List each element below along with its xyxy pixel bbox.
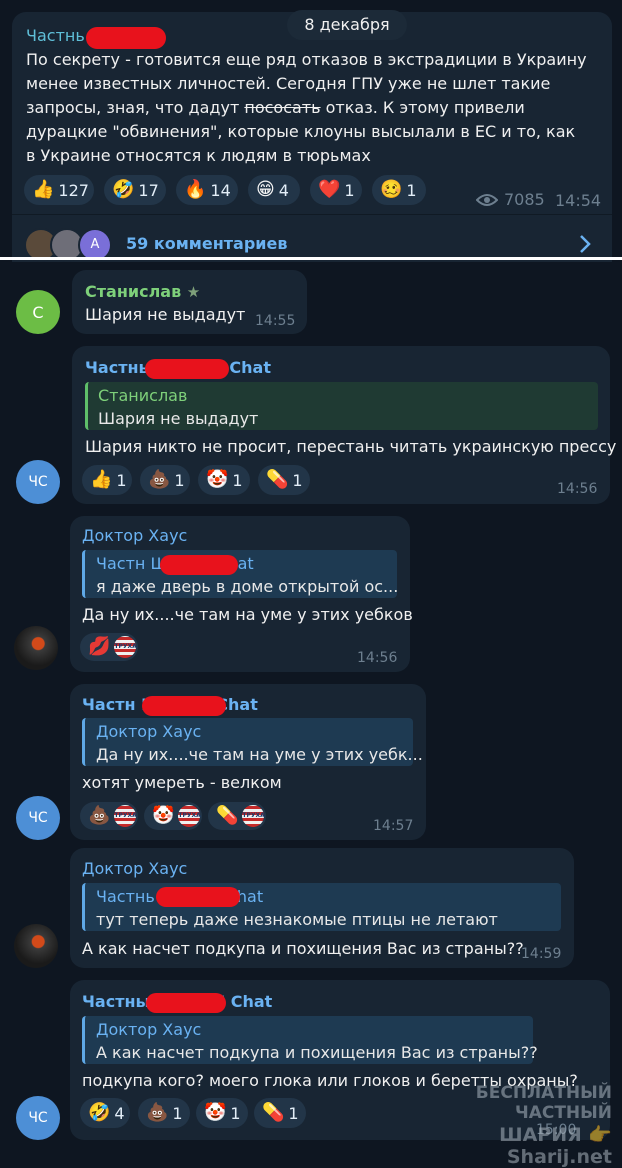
message-4-quote-author: Доктор Хаус bbox=[96, 722, 202, 741]
redaction-mark bbox=[146, 993, 226, 1013]
redaction-mark bbox=[156, 887, 240, 907]
grin-icon: 😁 bbox=[256, 179, 275, 200]
woozy-icon: 🥴 bbox=[380, 179, 403, 200]
pill-icon: 💊 bbox=[216, 805, 239, 826]
message-5-text: А как насчет подкупа и похищения Вас из … bbox=[82, 939, 524, 958]
avatar-stanislav[interactable]: С bbox=[16, 290, 60, 334]
avatar-doctor-house-2[interactable] bbox=[14, 924, 58, 968]
message-5-quote-text: тут теперь даже незнакомые птицы не лета… bbox=[96, 910, 498, 929]
clown-icon: 🤡 bbox=[204, 1102, 227, 1123]
star-icon: ★ bbox=[186, 283, 201, 301]
message-2-reaction-clown[interactable]: 🤡 1 bbox=[198, 465, 250, 495]
message-5-time: 14:59 bbox=[521, 946, 562, 962]
message-4-reaction-clown-truha[interactable]: 🤡 ТРУХА bbox=[144, 802, 202, 830]
watermark-line-2: ШАРИЯ 👉 Sharij.net bbox=[499, 1124, 612, 1168]
avatar-chs-1[interactable]: ЧС bbox=[16, 460, 60, 504]
truha-sticker-icon: ТРУХА bbox=[114, 636, 137, 658]
avatar-doctor-house-1[interactable] bbox=[14, 626, 58, 670]
message-5-author[interactable]: Доктор Хаус bbox=[82, 859, 187, 878]
pill-icon: 💊 bbox=[262, 1102, 285, 1123]
message-6-reaction-rofl[interactable]: 🤣 4 bbox=[80, 1098, 130, 1128]
message-1-time: 14:55 bbox=[255, 313, 296, 329]
message-3-reaction-group[interactable]: 💋 ТРУХА bbox=[80, 633, 138, 661]
redaction-mark bbox=[142, 696, 226, 716]
avatar-chs-3[interactable]: ЧС bbox=[16, 1096, 60, 1140]
message-2-text: Шария никто не просит, перестань читать … bbox=[85, 437, 617, 456]
message-6-reaction-pill[interactable]: 💊 1 bbox=[254, 1098, 306, 1128]
post-text-line-3a: запросы, зная, что дадут bbox=[26, 98, 240, 117]
watermark: БЕСПЛАТНЫЙ ЧАСТНЫЙ ШАРИЯ 👉 Sharij.net bbox=[392, 1083, 612, 1168]
message-6-reaction-clown[interactable]: 🤡 1 bbox=[196, 1098, 248, 1128]
thumbs-up-icon: 👍 bbox=[90, 469, 113, 490]
chevron-right-icon[interactable] bbox=[578, 234, 592, 254]
message-6-quote-text: А как насчет подкупа и похищения Вас из … bbox=[96, 1043, 538, 1062]
heart-icon: ❤️ bbox=[318, 179, 341, 200]
message-3-text: Да ну их....че там на уме у этих уебков bbox=[82, 605, 413, 624]
views-counter: 7085 bbox=[476, 190, 545, 209]
truha-sticker-icon: ТРУХА bbox=[242, 805, 265, 827]
message-4-text: хотят умереть - велком bbox=[82, 773, 282, 792]
clown-icon: 🤡 bbox=[152, 805, 175, 826]
post-text-line-3b: отказ. К этому привели bbox=[320, 98, 525, 117]
message-2-time: 14:56 bbox=[557, 481, 598, 497]
screenshot-separator bbox=[0, 257, 622, 260]
truha-sticker-icon: ТРУХА bbox=[178, 805, 201, 827]
poop-icon: 💩 bbox=[88, 805, 111, 826]
redaction-mark bbox=[86, 27, 166, 49]
reaction-woozy[interactable]: 🥴 1 bbox=[372, 175, 426, 205]
clown-icon: 🤡 bbox=[206, 469, 229, 490]
redaction-mark bbox=[145, 359, 229, 379]
post-strikethrough-word: пососать bbox=[244, 98, 321, 117]
thumbs-up-icon: 👍 bbox=[32, 179, 55, 200]
reaction-grin[interactable]: 😁 4 bbox=[248, 175, 300, 205]
poop-icon: 💩 bbox=[146, 1102, 169, 1123]
comments-divider bbox=[12, 214, 612, 215]
message-3-author[interactable]: Доктор Хаус bbox=[82, 526, 187, 545]
post-text-line-3: запросы, зная, что дадут пососать отказ.… bbox=[26, 98, 525, 117]
comments-count-label[interactable]: 59 комментариев bbox=[126, 234, 287, 253]
fire-icon: 🔥 bbox=[184, 179, 207, 200]
message-3-time: 14:56 bbox=[357, 650, 398, 666]
views-count: 7085 bbox=[504, 190, 545, 209]
message-1-author[interactable]: Станислав ★ bbox=[85, 282, 200, 301]
reaction-thumbs-up[interactable]: 👍 127 bbox=[24, 175, 94, 205]
post-text-line-1: По секрету - готовится еще ряд отказов в… bbox=[26, 50, 587, 69]
post-time: 14:54 bbox=[555, 191, 602, 210]
message-4-reaction-poop-truha[interactable]: 💩 ТРУХА bbox=[80, 802, 138, 830]
rofl-icon: 🤣 bbox=[112, 179, 135, 200]
poop-icon: 💩 bbox=[148, 469, 171, 490]
message-2-reaction-pill[interactable]: 💊 1 bbox=[258, 465, 310, 495]
comments-bar[interactable]: A 59 комментариев bbox=[12, 222, 612, 262]
watermark-line-1: БЕСПЛАТНЫЙ ЧАСТНЫЙ bbox=[475, 1083, 612, 1123]
message-6-reaction-poop[interactable]: 💩 1 bbox=[138, 1098, 190, 1128]
avatar-chs-2[interactable]: ЧС bbox=[16, 796, 60, 840]
eye-icon bbox=[476, 193, 498, 206]
post-text-line-4: дурацкие "обвинения", которые клоуны выс… bbox=[26, 122, 576, 141]
message-2-quote-text: Шария не выдадут bbox=[98, 409, 259, 428]
message-4-time: 14:57 bbox=[373, 818, 414, 834]
reaction-heart[interactable]: ❤️ 1 bbox=[310, 175, 362, 205]
pill-icon: 💊 bbox=[266, 469, 289, 490]
rofl-icon: 🤣 bbox=[88, 1102, 111, 1123]
message-2-reaction-poop[interactable]: 💩 1 bbox=[140, 465, 190, 495]
reaction-rofl[interactable]: 🤣 17 bbox=[104, 175, 166, 205]
message-1-text: Шария не выдадут bbox=[85, 305, 246, 324]
message-3-quote-text: я даже дверь в доме открытой ос... bbox=[96, 577, 399, 596]
date-badge-label: 8 декабря bbox=[304, 15, 390, 34]
message-4-quote-text: Да ну их....че там на уме у этих уебк... bbox=[96, 745, 423, 764]
message-4-reaction-pill-truha[interactable]: 💊 ТРУХА bbox=[208, 802, 266, 830]
post-text-line-2: менее известных личностей. Сегодня ГПУ у… bbox=[26, 74, 551, 93]
message-6-quote-author: Доктор Хаус bbox=[96, 1020, 202, 1039]
redaction-mark bbox=[160, 555, 238, 575]
message-2-reaction-thumbs-up[interactable]: 👍 1 bbox=[82, 465, 132, 495]
truha-sticker-icon: ТРУХА bbox=[114, 805, 137, 827]
reaction-fire[interactable]: 🔥 14 bbox=[176, 175, 238, 205]
message-2-quote-author: Станислав bbox=[98, 386, 188, 405]
post-text-line-5: в Украине относятся к людям в тюрьмах bbox=[26, 146, 371, 165]
kiss-icon: 💋 bbox=[88, 636, 111, 657]
